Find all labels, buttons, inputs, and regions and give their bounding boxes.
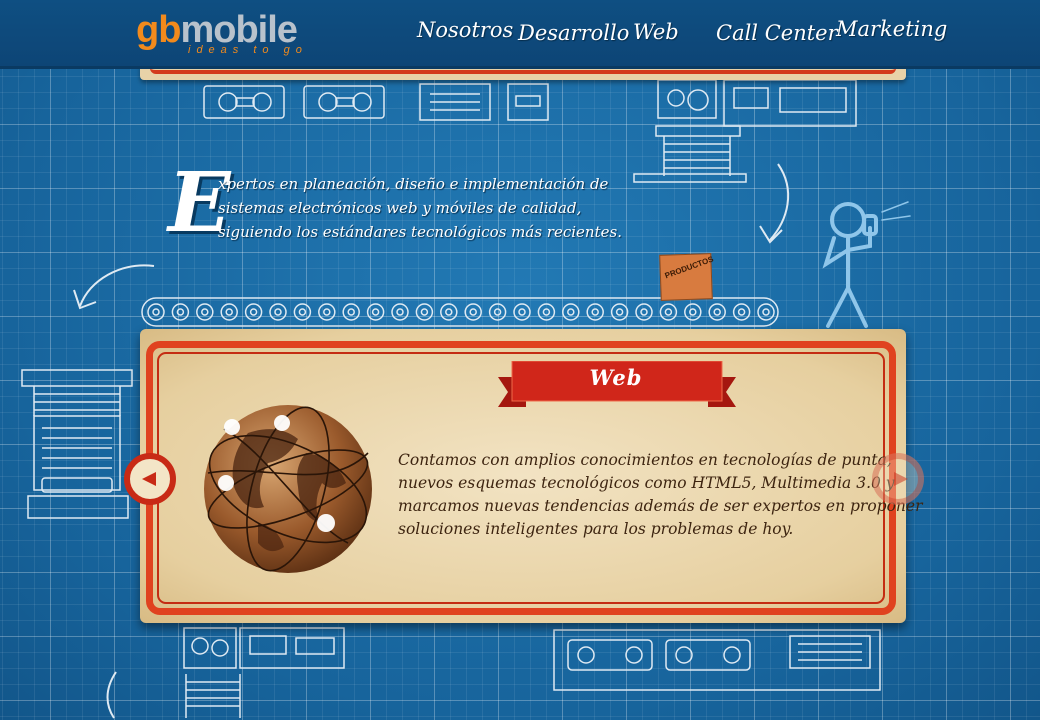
machine-sketch-bottom-right [552,628,882,698]
tagline-line-3: siguiendo los estándares tecnológicos má… [218,223,622,241]
slide-text-line-3: marcamos nuevas tendencias además de ser… [398,497,923,515]
nav-item-web[interactable]: Web [633,20,679,44]
slide-text-line-1: Contamos con amplios conocimientos en te… [398,451,892,469]
curved-arrow-down-sketch [748,160,798,250]
tagline-text: xpertos en planeación, diseño e implemen… [218,172,622,244]
productos-box: PRODUCTOS [659,253,715,301]
slide-title: Web [589,365,643,390]
service-slide-card: Web Contamos con amplios conocimientos e… [140,329,923,623]
logo-tagline: ideas to go [188,44,308,56]
productos-box-label: PRODUCTOS [663,254,715,281]
slide-text-line-4: soluciones inteligentes para los problem… [398,520,794,538]
nav-item-call-center[interactable]: Call Center [716,21,838,45]
previous-slide-button[interactable] [124,453,176,505]
tagline-line-1: xpertos en planeación, diseño e implemen… [218,175,609,193]
nav-item-nosotros[interactable]: Nosotros [417,18,513,42]
printer-machine-sketch [20,366,140,526]
next-slide-button[interactable] [872,453,924,505]
machine-sketch-bottom-left [180,624,350,720]
slide-text-line-2: nuevos esquemas tecnológicos como HTML5,… [398,474,895,492]
machine-sketch-top-right [630,78,860,188]
gbmobile-logo[interactable]: gbmobile ideas to go [136,9,308,56]
slide-description: Contamos con amplios conocimientos en te… [398,449,923,541]
tagline-line-2: sistemas electrónicos web y móviles de c… [218,199,582,217]
top-nav-bar: gbmobile ideas to go Nosotros Desarrollo… [0,0,1040,69]
conveyor-belt-sketch [140,296,780,328]
logo-prefix: gb [136,9,181,51]
machine-sketch-top-left [190,80,550,130]
nav-item-desarrollo[interactable]: Desarrollo [518,21,629,45]
nav-item-marketing[interactable]: Marketing [836,17,947,41]
globe-network-icon [204,405,372,573]
stick-figure-phone-sketch [812,198,922,330]
curved-arrow-bottom-sketch [100,670,130,720]
